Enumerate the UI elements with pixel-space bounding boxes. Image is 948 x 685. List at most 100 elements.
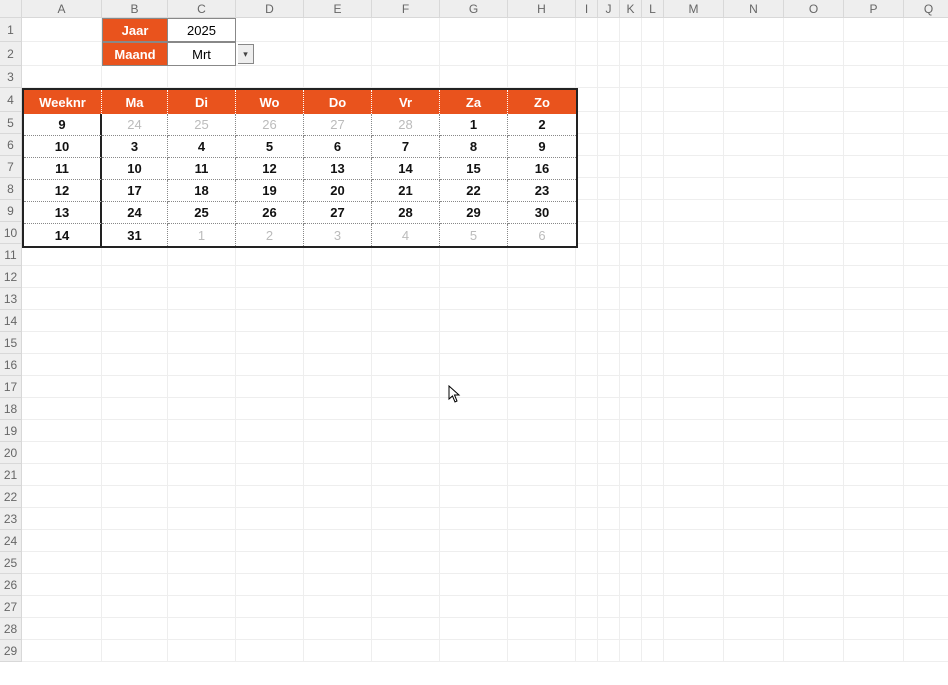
year-input[interactable]: 2025: [168, 18, 236, 42]
row-header-20[interactable]: 20: [0, 442, 22, 464]
row-header-9[interactable]: 9: [0, 200, 22, 222]
row-header-22[interactable]: 22: [0, 486, 22, 508]
column-header-A[interactable]: A: [22, 0, 102, 18]
calendar-day[interactable]: 12: [236, 158, 304, 180]
row-header-6[interactable]: 6: [0, 134, 22, 156]
calendar-day[interactable]: 4: [372, 224, 440, 246]
calendar-day[interactable]: 1: [440, 114, 508, 136]
calendar-day[interactable]: 2: [508, 114, 576, 136]
row-header-18[interactable]: 18: [0, 398, 22, 420]
column-header-I[interactable]: I: [576, 0, 598, 18]
select-all-corner[interactable]: [0, 0, 22, 18]
column-header-D[interactable]: D: [236, 0, 304, 18]
calendar-day[interactable]: 28: [372, 114, 440, 136]
row-headers: 1234567891011121314151617181920212223242…: [0, 18, 22, 662]
calendar-header-di: Di: [168, 90, 236, 114]
row-header-26[interactable]: 26: [0, 574, 22, 596]
row-header-8[interactable]: 8: [0, 178, 22, 200]
calendar-day[interactable]: 3: [304, 224, 372, 246]
calendar-day[interactable]: 18: [168, 180, 236, 202]
column-header-Q[interactable]: Q: [904, 0, 948, 18]
year-row: Jaar 2025: [102, 18, 236, 42]
column-header-B[interactable]: B: [102, 0, 168, 18]
column-header-O[interactable]: O: [784, 0, 844, 18]
calendar-day[interactable]: 3: [102, 136, 168, 158]
calendar-day[interactable]: 5: [440, 224, 508, 246]
month-dropdown-button[interactable]: ▾: [238, 44, 254, 64]
column-header-G[interactable]: G: [440, 0, 508, 18]
calendar-day[interactable]: 16: [508, 158, 576, 180]
row-header-15[interactable]: 15: [0, 332, 22, 354]
calendar-day[interactable]: 6: [508, 224, 576, 246]
calendar-day[interactable]: 23: [508, 180, 576, 202]
row-header-16[interactable]: 16: [0, 354, 22, 376]
column-header-F[interactable]: F: [372, 0, 440, 18]
calendar-day[interactable]: 17: [102, 180, 168, 202]
calendar-day[interactable]: 31: [102, 224, 168, 246]
row-header-10[interactable]: 10: [0, 222, 22, 244]
row-header-3[interactable]: 3: [0, 66, 22, 88]
column-header-P[interactable]: P: [844, 0, 904, 18]
calendar-header-vr: Vr: [372, 90, 440, 114]
row-header-28[interactable]: 28: [0, 618, 22, 640]
calendar-day[interactable]: 19: [236, 180, 304, 202]
calendar-day[interactable]: 7: [372, 136, 440, 158]
row-header-19[interactable]: 19: [0, 420, 22, 442]
row-header-12[interactable]: 12: [0, 266, 22, 288]
calendar-header-weeknr: Weeknr: [24, 90, 102, 114]
row-header-23[interactable]: 23: [0, 508, 22, 530]
calendar-day[interactable]: 26: [236, 114, 304, 136]
row-header-7[interactable]: 7: [0, 156, 22, 178]
calendar-day[interactable]: 27: [304, 114, 372, 136]
calendar-day[interactable]: 24: [102, 202, 168, 224]
calendar-day[interactable]: 6: [304, 136, 372, 158]
calendar-day[interactable]: 22: [440, 180, 508, 202]
month-label: Maand: [102, 42, 168, 66]
column-header-E[interactable]: E: [304, 0, 372, 18]
calendar-day[interactable]: 28: [372, 202, 440, 224]
calendar-day[interactable]: 8: [440, 136, 508, 158]
row-header-13[interactable]: 13: [0, 288, 22, 310]
calendar-day[interactable]: 9: [508, 136, 576, 158]
calendar-weeknr: 13: [24, 202, 102, 224]
calendar-day[interactable]: 14: [372, 158, 440, 180]
calendar-day[interactable]: 11: [168, 158, 236, 180]
calendar-day[interactable]: 15: [440, 158, 508, 180]
row-header-5[interactable]: 5: [0, 112, 22, 134]
row-header-27[interactable]: 27: [0, 596, 22, 618]
row-header-11[interactable]: 11: [0, 244, 22, 266]
calendar-day[interactable]: 4: [168, 136, 236, 158]
calendar-day[interactable]: 29: [440, 202, 508, 224]
calendar-day[interactable]: 30: [508, 202, 576, 224]
calendar-day[interactable]: 20: [304, 180, 372, 202]
row-header-4[interactable]: 4: [0, 88, 22, 112]
month-input[interactable]: Mrt: [168, 42, 236, 66]
row-header-29[interactable]: 29: [0, 640, 22, 662]
column-header-M[interactable]: M: [664, 0, 724, 18]
row-header-25[interactable]: 25: [0, 552, 22, 574]
column-header-J[interactable]: J: [598, 0, 620, 18]
column-header-N[interactable]: N: [724, 0, 784, 18]
column-header-H[interactable]: H: [508, 0, 576, 18]
row-header-24[interactable]: 24: [0, 530, 22, 552]
calendar-day[interactable]: 13: [304, 158, 372, 180]
row-header-17[interactable]: 17: [0, 376, 22, 398]
column-header-K[interactable]: K: [620, 0, 642, 18]
row-header-2[interactable]: 2: [0, 42, 22, 66]
calendar-day[interactable]: 10: [102, 158, 168, 180]
column-header-L[interactable]: L: [642, 0, 664, 18]
calendar-day[interactable]: 25: [168, 202, 236, 224]
calendar-day[interactable]: 24: [102, 114, 168, 136]
calendar-day[interactable]: 1: [168, 224, 236, 246]
row-header-14[interactable]: 14: [0, 310, 22, 332]
row-header-21[interactable]: 21: [0, 464, 22, 486]
column-header-C[interactable]: C: [168, 0, 236, 18]
calendar-day[interactable]: 21: [372, 180, 440, 202]
calendar-day[interactable]: 27: [304, 202, 372, 224]
calendar-day[interactable]: 26: [236, 202, 304, 224]
calendar-table: WeeknrMaDiWoDoVrZaZo92425262728121034567…: [22, 88, 578, 248]
calendar-day[interactable]: 25: [168, 114, 236, 136]
calendar-day[interactable]: 5: [236, 136, 304, 158]
row-header-1[interactable]: 1: [0, 18, 22, 42]
calendar-day[interactable]: 2: [236, 224, 304, 246]
